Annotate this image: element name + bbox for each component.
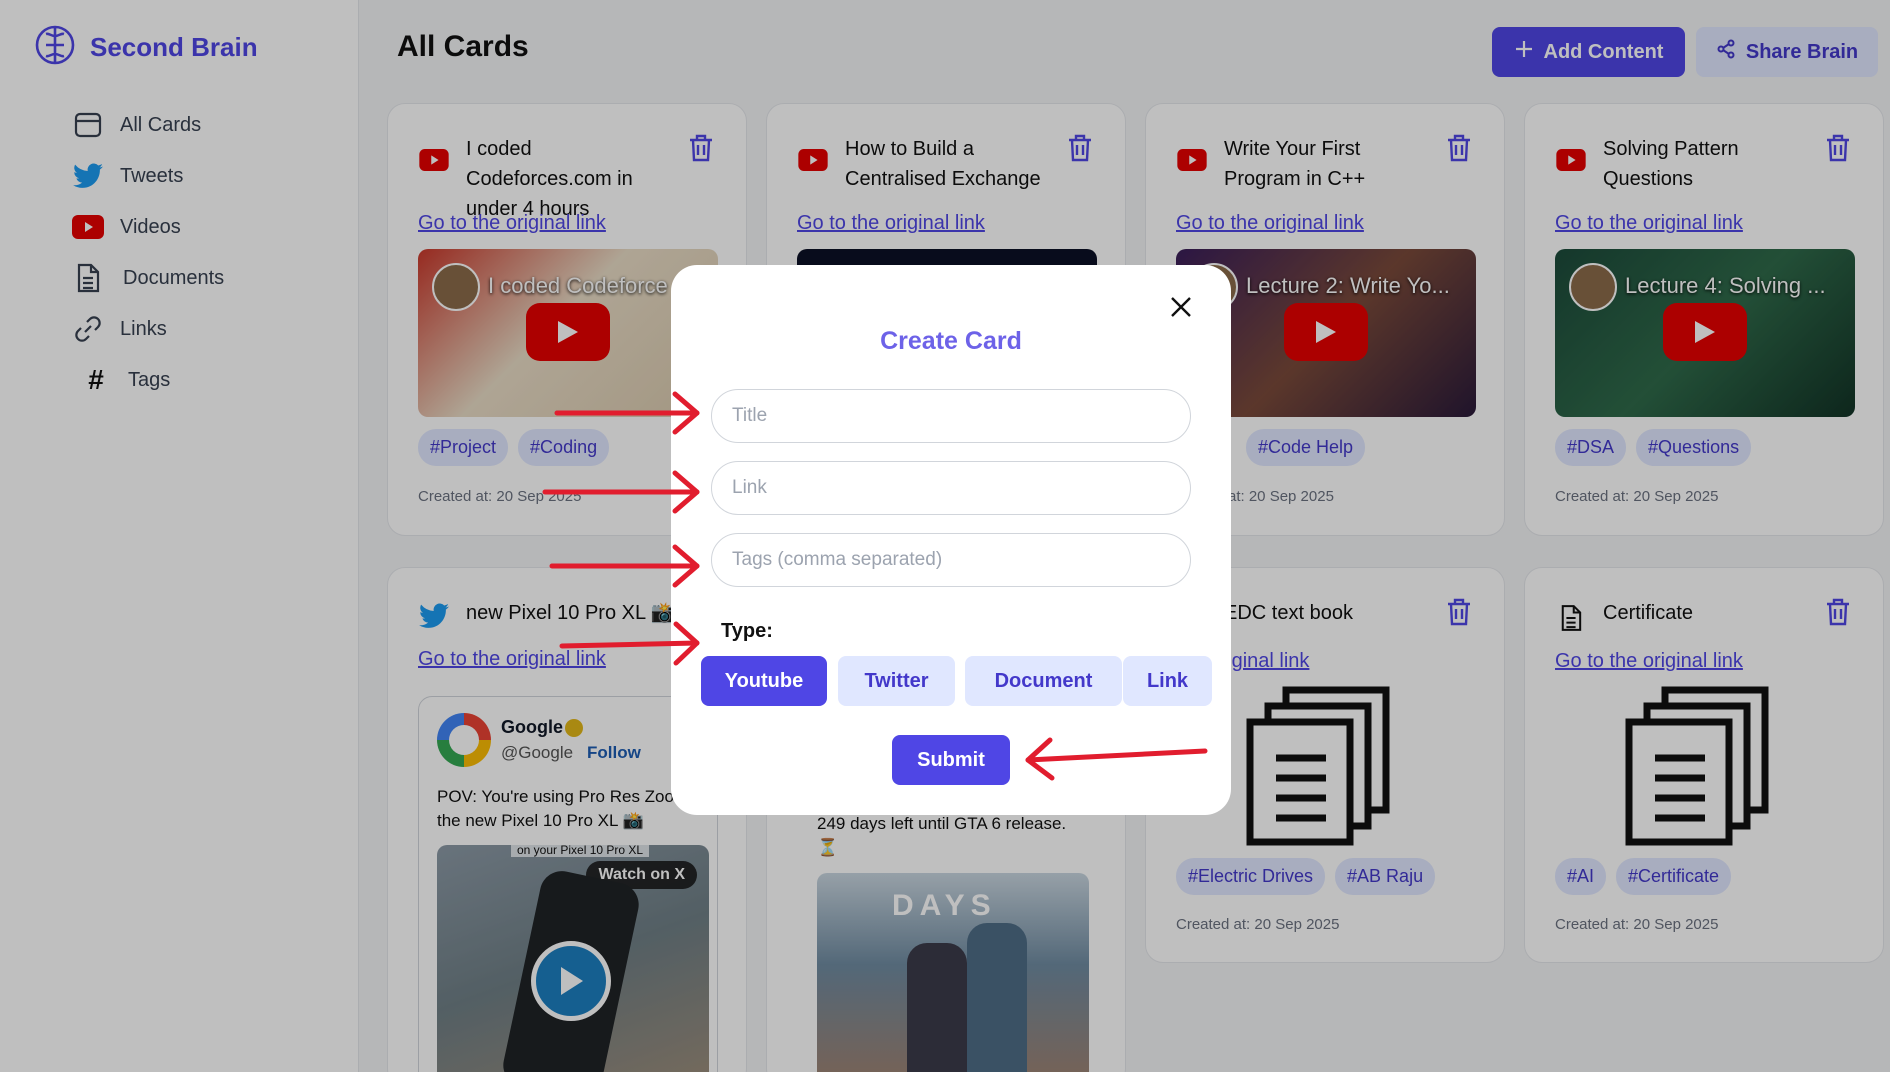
modal-title: Create Card: [880, 327, 1022, 355]
title-input[interactable]: [711, 389, 1191, 443]
type-twitter-button[interactable]: Twitter: [838, 656, 955, 706]
type-youtube-button[interactable]: Youtube: [701, 656, 827, 706]
type-label: Type:: [721, 620, 773, 642]
submit-button[interactable]: Submit: [892, 735, 1010, 785]
close-icon[interactable]: [1169, 295, 1197, 323]
type-link-button[interactable]: Link: [1123, 656, 1212, 706]
link-input[interactable]: [711, 461, 1191, 515]
type-document-button[interactable]: Document: [965, 656, 1122, 706]
create-card-modal: Create Card Type: Youtube Twitter Docume…: [671, 265, 1231, 815]
tags-input[interactable]: [711, 533, 1191, 587]
